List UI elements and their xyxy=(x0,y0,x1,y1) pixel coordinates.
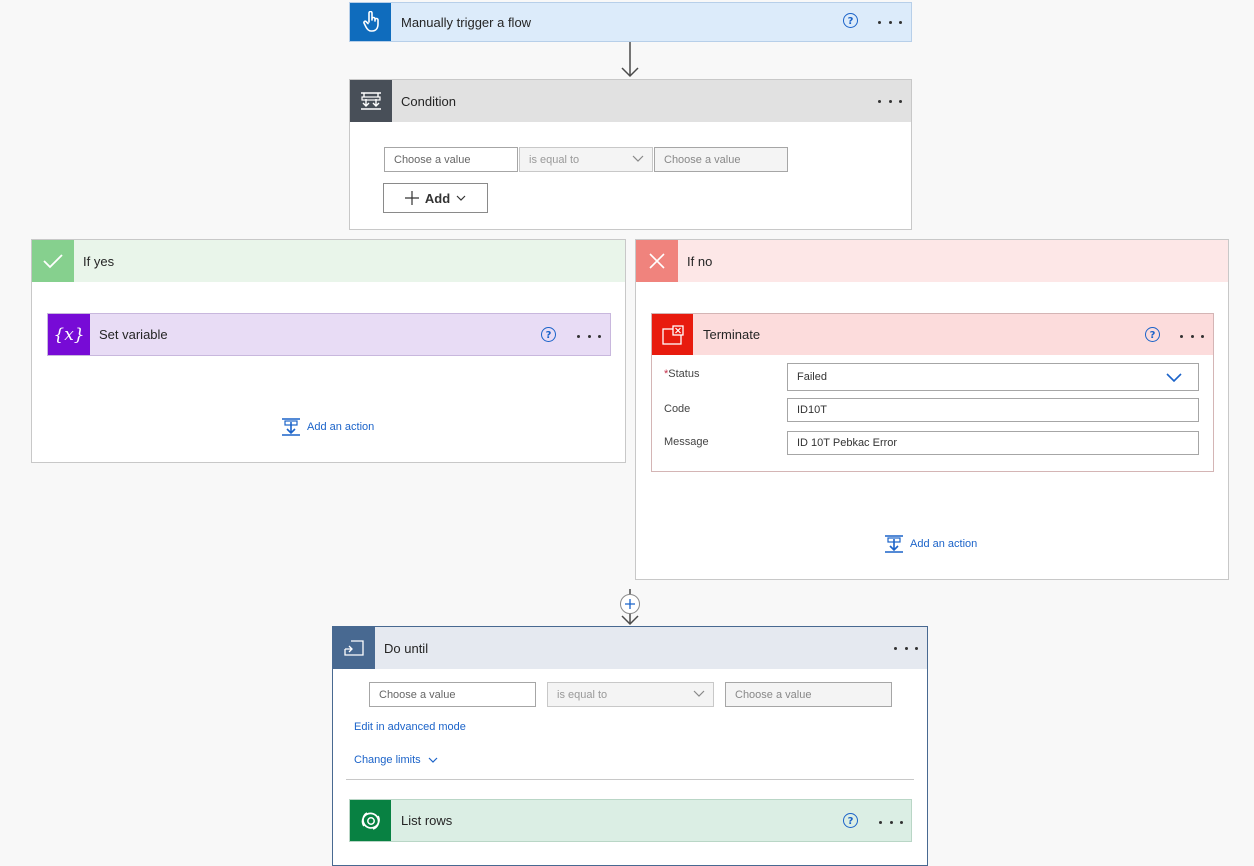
set-variable-title: Set variable xyxy=(99,327,168,342)
help-icon[interactable]: ? xyxy=(1145,327,1160,342)
trigger-title[interactable]: Manually trigger a flow xyxy=(401,3,531,41)
do-until-header[interactable]: Do until xyxy=(333,627,927,669)
add-action-label: Add an action xyxy=(910,538,978,550)
variable-icon-glyph: {x} xyxy=(53,324,85,345)
if-yes-branch: If yes {x} Set variable ? Add an action xyxy=(31,239,626,463)
chevron-down-icon xyxy=(1166,373,1182,383)
help-icon[interactable]: ? xyxy=(541,327,556,342)
add-action-icon xyxy=(885,535,903,553)
more-options-icon[interactable] xyxy=(878,14,902,30)
divider xyxy=(346,779,914,780)
add-action-icon xyxy=(282,418,300,436)
chevron-down-icon xyxy=(632,155,644,162)
change-limits-toggle[interactable]: Change limits xyxy=(354,754,438,766)
status-label: *Status xyxy=(664,368,699,380)
terminate-title: Terminate xyxy=(703,327,761,342)
code-input[interactable]: ID10T xyxy=(787,398,1199,422)
condition-icon xyxy=(350,80,392,122)
status-select[interactable]: Failed xyxy=(787,363,1199,391)
do-until-operator-select[interactable]: is equal to xyxy=(547,682,714,707)
do-until-right-value-input[interactable]: Choose a value xyxy=(725,682,892,707)
list-rows-title: List rows xyxy=(401,813,453,828)
condition-card: Condition Choose a value is equal to Cho… xyxy=(349,79,912,230)
add-condition-button[interactable]: Add xyxy=(383,183,488,213)
if-no-header[interactable]: If no xyxy=(636,240,1228,282)
help-icon[interactable]: ? xyxy=(843,813,858,828)
trigger-card[interactable]: Manually trigger a flow ? xyxy=(349,2,912,42)
change-limits-label: Change limits xyxy=(354,754,421,766)
condition-header[interactable]: Condition xyxy=(350,80,911,122)
code-label: Code xyxy=(664,403,691,415)
check-icon xyxy=(32,240,74,282)
flow-designer-canvas: { "trigger": { "title": "Manually trigge… xyxy=(0,0,1254,866)
status-value: Failed xyxy=(797,371,827,383)
hand-pointer-icon xyxy=(350,3,391,41)
edit-advanced-mode-link[interactable]: Edit in advanced mode xyxy=(354,721,466,733)
if-no-branch: If no Terminate ? *Status Failed Code ID… xyxy=(635,239,1229,580)
status-label-text: Status xyxy=(668,368,700,380)
add-label: Add xyxy=(424,190,451,206)
do-until-left-value-input[interactable]: Choose a value xyxy=(369,682,536,707)
message-label: Message xyxy=(664,436,709,448)
close-icon xyxy=(636,240,678,282)
chevron-down-icon xyxy=(693,690,705,697)
add-an-action-button[interactable]: Add an action xyxy=(884,533,977,555)
help-icon[interactable]: ? xyxy=(843,13,858,28)
more-options-icon[interactable] xyxy=(878,93,902,109)
condition-right-value-input[interactable]: Choose a value xyxy=(654,147,788,172)
add-action-label: Add an action xyxy=(307,421,375,433)
set-variable-card[interactable]: {x} Set variable ? xyxy=(47,313,611,356)
more-options-icon[interactable] xyxy=(577,328,601,344)
operator-value: is equal to xyxy=(557,688,608,701)
condition-title: Condition xyxy=(401,93,456,109)
more-options-icon[interactable] xyxy=(1180,328,1204,344)
terminate-header[interactable]: Terminate ? xyxy=(652,314,1213,355)
chevron-down-icon xyxy=(456,195,466,201)
more-options-icon[interactable] xyxy=(879,814,903,830)
variable-icon: {x} xyxy=(48,314,90,355)
plus-circle-icon[interactable] xyxy=(620,594,640,614)
message-input[interactable]: ID 10T Pebkac Error xyxy=(787,431,1199,455)
dataverse-icon xyxy=(350,800,391,841)
list-rows-card[interactable]: List rows ? xyxy=(349,799,912,842)
loop-icon xyxy=(333,627,375,669)
more-options-icon[interactable] xyxy=(894,640,918,656)
add-an-action-button[interactable]: Add an action xyxy=(281,416,374,438)
condition-operator-select[interactable]: is equal to xyxy=(519,147,653,172)
condition-left-value-input[interactable]: Choose a value xyxy=(384,147,518,172)
if-yes-title: If yes xyxy=(83,253,115,269)
operator-value: is equal to xyxy=(529,153,580,166)
plus-icon xyxy=(404,191,419,205)
terminate-card: Terminate ? *Status Failed Code ID10T Me… xyxy=(651,313,1214,472)
if-yes-header[interactable]: If yes xyxy=(32,240,625,282)
do-until-title: Do until xyxy=(384,640,429,656)
do-until-card: Do until Choose a value is equal to Choo… xyxy=(332,626,928,866)
chevron-down-icon xyxy=(428,757,438,763)
terminate-icon xyxy=(652,314,693,355)
if-no-title: If no xyxy=(687,253,713,269)
